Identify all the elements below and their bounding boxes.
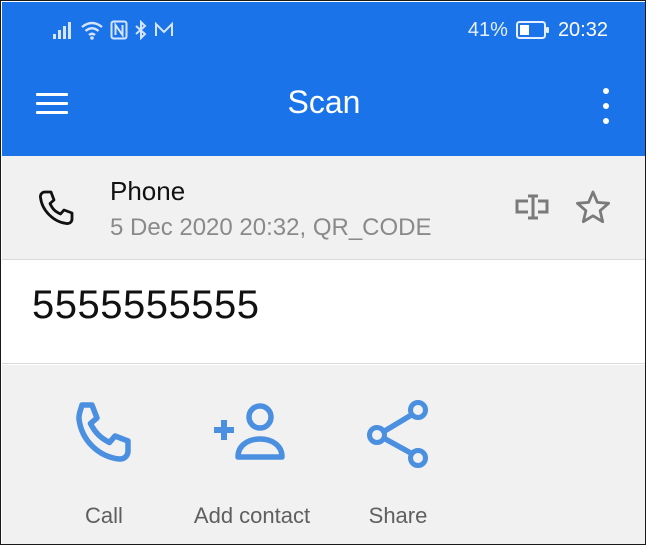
action-bar: Call Add contact Share xyxy=(2,365,645,544)
app-bar: 41% 20:32 Scan xyxy=(2,2,645,156)
cellular-signal-icon xyxy=(52,20,74,40)
phone-icon xyxy=(76,402,131,462)
mail-icon xyxy=(154,21,174,39)
call-button[interactable]: Call xyxy=(62,397,146,537)
add-contact-icon xyxy=(214,403,285,460)
add-contact-button[interactable]: Add contact xyxy=(180,397,324,537)
call-label: Call xyxy=(85,503,123,528)
phone-type-icon xyxy=(36,188,76,228)
nfc-icon xyxy=(110,20,128,40)
result-header: Phone 5 Dec 2020 20:32, QR_CODE xyxy=(2,156,645,260)
status-right: 41% 20:32 xyxy=(468,16,608,44)
share-button[interactable]: Share xyxy=(356,397,440,537)
battery-percent: 41% xyxy=(467,18,508,41)
battery-icon xyxy=(515,21,550,39)
page-title: Scan xyxy=(287,84,361,120)
result-type-label: Phone xyxy=(110,176,186,206)
more-options-icon[interactable] xyxy=(598,86,614,126)
share-icon xyxy=(367,400,428,468)
bluetooth-icon xyxy=(134,20,148,40)
scanned-value[interactable]: 5555555555 xyxy=(32,283,259,328)
share-label: Share xyxy=(368,503,428,528)
status-time: 20:32 xyxy=(557,18,608,41)
status-bar: 41% 20:32 xyxy=(2,2,645,58)
status-icons xyxy=(52,18,174,42)
add-contact-label: Add contact xyxy=(193,503,311,528)
favorite-star-icon[interactable] xyxy=(573,188,613,228)
result-meta: 5 Dec 2020 20:32, QR_CODE xyxy=(110,214,432,241)
text-select-icon[interactable] xyxy=(512,188,552,228)
app-window: 41% 20:32 Scan Phone 5 Dec 2020 20:32, Q… xyxy=(0,0,646,545)
result-content: 5555555555 xyxy=(2,261,645,364)
wifi-icon xyxy=(80,20,104,40)
toolbar: Scan xyxy=(2,58,645,156)
